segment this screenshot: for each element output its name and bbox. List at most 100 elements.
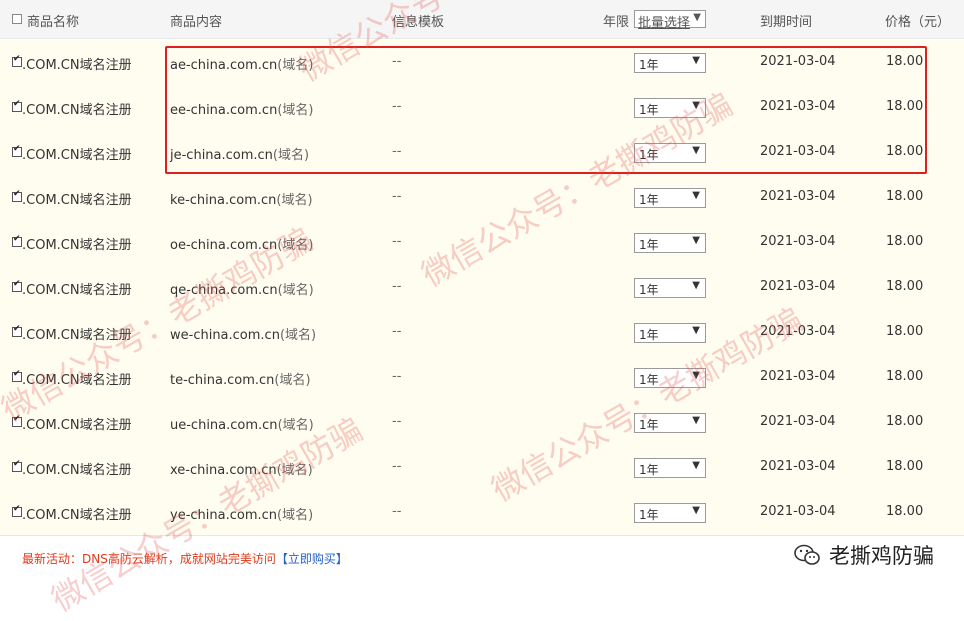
column-header-expiry: 到期时间 bbox=[760, 15, 813, 30]
product-content: oe-china.com.cn(域名) bbox=[170, 234, 313, 253]
expiry-date: 2021-03-04 bbox=[760, 504, 836, 519]
info-template: -- bbox=[392, 234, 402, 249]
buy-now-link[interactable]: 【立即购买】 bbox=[276, 552, 348, 566]
period-select[interactable]: 1年 ▼ bbox=[634, 458, 706, 478]
row-checkbox[interactable] bbox=[12, 279, 22, 292]
table-row: .COM.CN域名注册 ke-china.com.cn(域名) -- 1年 ▼ 2021-… bbox=[0, 175, 964, 221]
product-name: .COM.CN域名注册 bbox=[22, 418, 132, 433]
info-template: -- bbox=[392, 414, 402, 429]
period-select[interactable]: 1年 ▼ bbox=[634, 188, 706, 208]
period-select[interactable]: 1年 ▼ bbox=[634, 503, 706, 523]
product-content: xe-china.com.cn(域名) bbox=[170, 459, 313, 478]
info-template: -- bbox=[392, 189, 402, 204]
period-select[interactable]: 1年 ▼ bbox=[634, 368, 706, 388]
product-name: .COM.CN域名注册 bbox=[22, 283, 132, 298]
period-value: 1年 bbox=[639, 328, 659, 342]
table-row: .COM.CN域名注册 oe-china.com.cn(域名) -- 1年 ▼ 2021-… bbox=[0, 220, 964, 266]
domain-name: te-china.com.cn bbox=[170, 373, 275, 388]
row-checkbox[interactable] bbox=[12, 99, 22, 112]
wechat-icon bbox=[794, 544, 820, 565]
price: 18.00 bbox=[886, 504, 924, 519]
table-row: .COM.CN域名注册 we-china.com.cn(域名) -- 1年 ▼ 2021-… bbox=[0, 310, 964, 356]
period-value: 1年 bbox=[639, 238, 659, 252]
period-select[interactable]: 1年 ▼ bbox=[634, 413, 706, 433]
row-checkbox[interactable] bbox=[12, 369, 22, 382]
domain-name: ke-china.com.cn bbox=[170, 193, 277, 208]
select-all-checkbox[interactable] bbox=[12, 14, 22, 24]
product-name: .COM.CN域名注册 bbox=[22, 328, 132, 343]
row-checkbox[interactable] bbox=[12, 324, 22, 337]
bulk-period-select[interactable]: 批量选择 ▼ bbox=[634, 10, 706, 31]
row-checkbox[interactable] bbox=[12, 144, 22, 157]
dropdown-arrow-icon: ▼ bbox=[692, 280, 700, 291]
domain-name: we-china.com.cn bbox=[170, 328, 280, 343]
dropdown-arrow-icon: ▼ bbox=[692, 460, 700, 471]
footer: 最新活动：DNS高防云解析，成就网站完美访问【立即购买】 老撕鸡防骗 bbox=[0, 540, 964, 585]
domain-tag: (域名) bbox=[274, 373, 311, 388]
domain-name: ye-china.com.cn bbox=[170, 508, 278, 523]
domain-name: xe-china.com.cn bbox=[170, 463, 277, 478]
table-row: .COM.CN域名注册 ue-china.com.cn(域名) -- 1年 ▼ 2021-… bbox=[0, 400, 964, 446]
table-row: .COM.CN域名注册 ye-china.com.cn(域名) -- 1年 ▼ 2021-… bbox=[0, 490, 964, 536]
expiry-date: 2021-03-04 bbox=[760, 189, 836, 204]
dropdown-arrow-icon: ▼ bbox=[692, 235, 700, 246]
price: 18.00 bbox=[886, 234, 924, 249]
table-row: .COM.CN域名注册 xe-china.com.cn(域名) -- 1年 ▼ 2021-… bbox=[0, 445, 964, 491]
column-header-price: 价格（元） bbox=[885, 15, 951, 30]
price: 18.00 bbox=[886, 369, 924, 384]
column-header-content: 商品内容 bbox=[170, 15, 223, 30]
dropdown-arrow-icon: ▼ bbox=[692, 190, 700, 201]
bulk-select-label: 批量选择 bbox=[638, 16, 691, 31]
price: 18.00 bbox=[886, 414, 924, 429]
dropdown-arrow-icon: ▼ bbox=[693, 12, 701, 23]
product-name: .COM.CN域名注册 bbox=[22, 58, 132, 73]
product-name: .COM.CN域名注册 bbox=[22, 238, 132, 253]
promo-text: 最新活动：DNS高防云解析，成就网站完美访问 bbox=[22, 552, 276, 566]
row-checkbox[interactable] bbox=[12, 414, 22, 427]
product-name: .COM.CN域名注册 bbox=[22, 373, 132, 388]
dropdown-arrow-icon: ▼ bbox=[692, 370, 700, 381]
expiry-date: 2021-03-04 bbox=[760, 234, 836, 249]
period-value: 1年 bbox=[639, 373, 659, 387]
domain-tag: (域名) bbox=[277, 283, 314, 298]
period-select[interactable]: 1年 ▼ bbox=[634, 278, 706, 298]
row-checkbox[interactable] bbox=[12, 459, 22, 472]
highlight-box bbox=[165, 46, 927, 174]
price: 18.00 bbox=[886, 279, 924, 294]
period-value: 1年 bbox=[639, 193, 659, 207]
period-select[interactable]: 1年 ▼ bbox=[634, 323, 706, 343]
row-checkbox[interactable] bbox=[12, 234, 22, 247]
info-template: -- bbox=[392, 324, 402, 339]
product-name: .COM.CN域名注册 bbox=[22, 148, 132, 163]
domain-tag: (域名) bbox=[276, 463, 313, 478]
product-name: .COM.CN域名注册 bbox=[22, 463, 132, 478]
dropdown-arrow-icon: ▼ bbox=[692, 415, 700, 426]
info-template: -- bbox=[392, 369, 402, 384]
domain-tag: (域名) bbox=[277, 508, 314, 523]
period-value: 1年 bbox=[639, 508, 659, 522]
period-select[interactable]: 1年 ▼ bbox=[634, 233, 706, 253]
expiry-date: 2021-03-04 bbox=[760, 324, 836, 339]
table-header: 商品名称 商品内容 信息模板 年限 批量选择 ▼ 到期时间 价格（元） bbox=[0, 0, 964, 39]
expiry-date: 2021-03-04 bbox=[760, 279, 836, 294]
row-checkbox[interactable] bbox=[12, 54, 22, 67]
product-content: qe-china.com.cn(域名) bbox=[170, 279, 314, 298]
info-template: -- bbox=[392, 504, 402, 519]
product-content: te-china.com.cn(域名) bbox=[170, 369, 311, 388]
product-content: we-china.com.cn(域名) bbox=[170, 324, 316, 343]
domain-name: oe-china.com.cn bbox=[170, 238, 278, 253]
row-checkbox[interactable] bbox=[12, 189, 22, 202]
product-content: ue-china.com.cn(域名) bbox=[170, 414, 314, 433]
product-content: ye-china.com.cn(域名) bbox=[170, 504, 313, 523]
domain-tag: (域名) bbox=[277, 238, 314, 253]
price: 18.00 bbox=[886, 324, 924, 339]
domain-tag: (域名) bbox=[279, 328, 317, 343]
row-checkbox[interactable] bbox=[12, 504, 22, 517]
product-content: ke-china.com.cn(域名) bbox=[170, 189, 313, 208]
period-value: 1年 bbox=[639, 463, 659, 477]
brand-badge: 老撕鸡防骗 bbox=[793, 540, 934, 570]
expiry-date: 2021-03-04 bbox=[760, 459, 836, 474]
info-template: -- bbox=[392, 279, 402, 294]
column-header-period: 年限 bbox=[603, 15, 630, 30]
dropdown-arrow-icon: ▼ bbox=[692, 325, 700, 336]
